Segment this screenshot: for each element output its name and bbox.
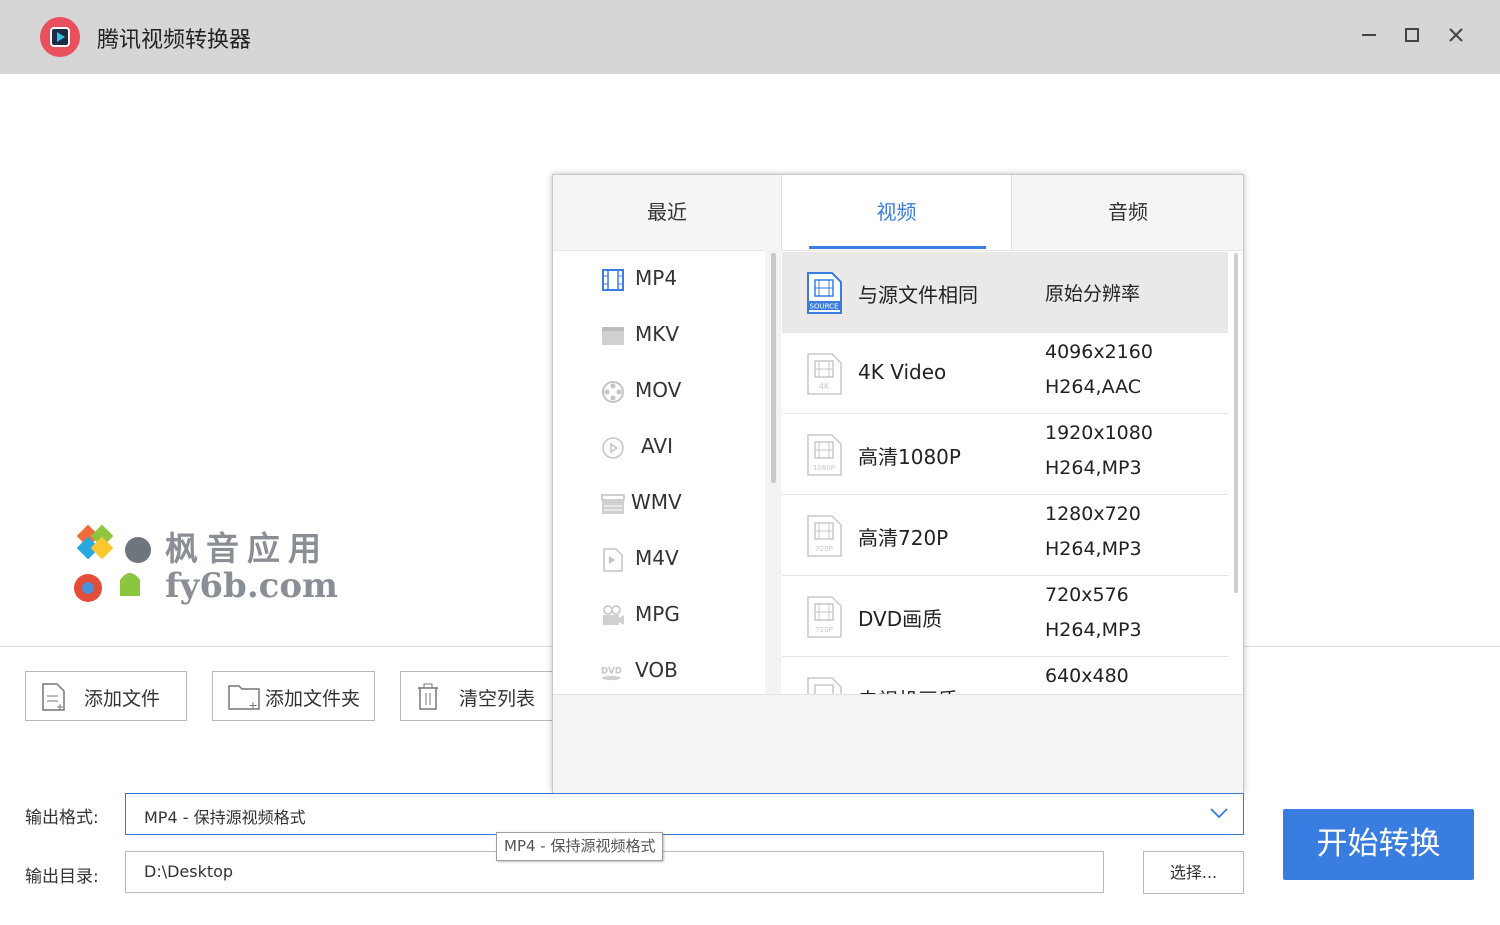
popup-footer bbox=[553, 694, 1243, 793]
add-file-label: 添加文件 bbox=[84, 688, 161, 710]
format-name: M4V bbox=[635, 546, 679, 570]
video-file-icon bbox=[807, 677, 842, 694]
format-item-avi[interactable]: AVI bbox=[553, 420, 763, 476]
add-file-icon bbox=[42, 683, 65, 711]
add-file-button[interactable]: 添加文件 bbox=[25, 671, 187, 721]
minimize-button[interactable] bbox=[1354, 22, 1384, 52]
format-item-m4v[interactable]: M4V bbox=[553, 532, 763, 588]
preset-resolution: 1280x720 bbox=[1045, 503, 1141, 525]
title-bar: 腾讯视频转换器 bbox=[0, 0, 1500, 74]
clapper-icon bbox=[602, 327, 624, 345]
add-folder-icon bbox=[228, 685, 260, 710]
format-list: MP4 MKV MOV AVI WMV M4V MPG DVD VOB bbox=[553, 250, 773, 694]
svg-text:4K: 4K bbox=[819, 382, 830, 391]
format-name: MOV bbox=[635, 378, 682, 402]
tab-audio[interactable]: 音频 bbox=[1011, 175, 1244, 250]
start-convert-button[interactable]: 开始转换 bbox=[1283, 809, 1474, 880]
clear-list-button[interactable]: 清空列表 bbox=[400, 671, 560, 721]
format-item-mov[interactable]: MOV bbox=[553, 364, 763, 420]
watermark-url: fy6b.com bbox=[165, 566, 339, 606]
format-name: VOB bbox=[635, 658, 678, 682]
choose-dir-button[interactable]: 选择... bbox=[1143, 851, 1244, 894]
preset-list: SOURCE 与源文件相同 原始分辨率 4K 4K Video 4096x216… bbox=[782, 250, 1228, 694]
film-icon bbox=[602, 269, 624, 291]
format-item-mpg[interactable]: MPG bbox=[553, 588, 763, 644]
app-logo-icon bbox=[40, 17, 80, 57]
svg-text:720P: 720P bbox=[815, 545, 833, 553]
preset-codec: H264,MP3 bbox=[1045, 538, 1142, 560]
format-name: MPG bbox=[635, 602, 680, 626]
clapper-stripe-icon bbox=[601, 494, 625, 514]
preset-name: 高清720P bbox=[858, 526, 949, 550]
format-tabs: 最近 视频 音频 bbox=[553, 175, 1243, 251]
video-file-icon: 1080P bbox=[807, 434, 842, 476]
reel-icon bbox=[602, 381, 624, 403]
preset-item-720p[interactable]: 720P 高清720P 1280x720 H264,MP3 bbox=[782, 495, 1228, 576]
clear-list-label: 清空列表 bbox=[459, 688, 536, 710]
preset-detail: 原始分辨率 bbox=[1045, 283, 1141, 305]
preset-codec: H264,MP3 bbox=[1045, 457, 1142, 479]
format-item-wmv[interactable]: WMV bbox=[553, 476, 763, 532]
format-name: AVI bbox=[641, 434, 673, 458]
preset-codec: H264,MP3 bbox=[1045, 619, 1142, 641]
svg-text:1080P: 1080P bbox=[813, 464, 835, 472]
preset-name: 高清1080P bbox=[858, 445, 961, 469]
svg-text:720P: 720P bbox=[815, 626, 833, 634]
active-tab-indicator bbox=[809, 246, 986, 249]
format-picker-popup: 最近 视频 音频 MP4 MKV MOV AVI WMV M4V MPG DVD… bbox=[552, 174, 1244, 793]
preset-resolution: 1920x1080 bbox=[1045, 422, 1153, 444]
watermark: 枫音应用 fy6b.com bbox=[70, 520, 338, 610]
format-name: MP4 bbox=[635, 266, 678, 290]
tab-video[interactable]: 视频 bbox=[781, 175, 1011, 250]
preset-name: 电视机画质 bbox=[858, 684, 958, 694]
watermark-text: 枫音应用 bbox=[165, 529, 329, 568]
preset-name: DVD画质 bbox=[858, 607, 943, 631]
trash-icon bbox=[418, 683, 438, 710]
output-format-select[interactable]: MP4 - 保持源视频格式 bbox=[125, 793, 1244, 835]
maximize-button[interactable] bbox=[1397, 22, 1427, 52]
add-folder-button[interactable]: 添加文件夹 bbox=[212, 671, 375, 721]
close-button[interactable] bbox=[1441, 22, 1471, 52]
preset-item-tv[interactable]: 电视机画质 640x480 bbox=[782, 657, 1228, 694]
preset-resolution: 4096x2160 bbox=[1045, 341, 1153, 363]
watermark-logo-icon bbox=[74, 524, 151, 602]
output-dir-label: 输出目录: bbox=[25, 867, 99, 887]
preset-resolution: 720x576 bbox=[1045, 584, 1129, 606]
format-item-vob[interactable]: DVD VOB bbox=[553, 644, 763, 694]
app-title: 腾讯视频转换器 bbox=[97, 28, 252, 53]
file-m4v-icon bbox=[603, 548, 623, 572]
video-file-icon: 720P bbox=[807, 515, 842, 557]
video-file-icon: 720P bbox=[807, 596, 842, 638]
preset-codec: H264,AAC bbox=[1045, 376, 1142, 398]
dvd-icon: DVD bbox=[601, 667, 622, 681]
preset-item-dvd[interactable]: 720P DVD画质 720x576 H264,MP3 bbox=[782, 576, 1228, 657]
add-folder-label: 添加文件夹 bbox=[265, 688, 361, 710]
video-file-icon: 4K bbox=[807, 353, 842, 395]
preset-item-source[interactable]: SOURCE 与源文件相同 原始分辨率 bbox=[782, 252, 1228, 333]
preset-list-scrollbar[interactable] bbox=[1234, 253, 1238, 593]
preset-resolution: 640x480 bbox=[1045, 665, 1129, 687]
svg-text:SOURCE: SOURCE bbox=[810, 303, 839, 311]
preset-item-1080p[interactable]: 1080P 高清1080P 1920x1080 H264,MP3 bbox=[782, 414, 1228, 495]
output-format-value: MP4 - 保持源视频格式 bbox=[144, 808, 306, 827]
preset-item-4k[interactable]: 4K 4K Video 4096x2160 H264,AAC bbox=[782, 333, 1228, 414]
source-file-icon: SOURCE bbox=[807, 272, 842, 314]
format-tooltip: MP4 - 保持源视频格式 bbox=[496, 832, 664, 861]
format-item-mkv[interactable]: MKV bbox=[553, 308, 763, 364]
preset-name: 与源文件相同 bbox=[858, 283, 978, 307]
tab-recent[interactable]: 最近 bbox=[553, 175, 781, 250]
format-name: WMV bbox=[631, 490, 682, 514]
format-item-mp4[interactable]: MP4 bbox=[553, 252, 763, 308]
format-name: MKV bbox=[635, 322, 680, 346]
camera-icon bbox=[603, 605, 624, 625]
svg-text:DVD: DVD bbox=[601, 667, 622, 677]
preset-name: 4K Video bbox=[858, 360, 947, 384]
output-format-label: 输出格式: bbox=[25, 808, 99, 828]
chevron-down-icon bbox=[1210, 808, 1228, 819]
play-circle-icon bbox=[602, 437, 624, 459]
output-dir-value: D:\Desktop bbox=[144, 862, 234, 881]
